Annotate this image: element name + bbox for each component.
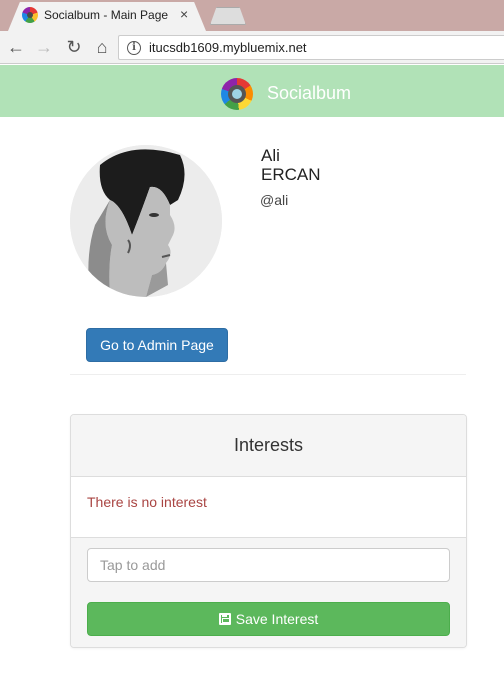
panel-title: Interests: [233, 435, 304, 455]
empty-interests-text: There is no interest: [87, 494, 207, 510]
url-text[interactable]: itucsdb1609.mybluemix.net: [149, 40, 307, 55]
save-interest-button[interactable]: Save Interest: [87, 602, 450, 636]
avatar: [70, 145, 222, 297]
site-navbar: Socialbum: [0, 65, 504, 117]
interest-input[interactable]: [87, 548, 450, 582]
save-interest-label: Save Interest: [235, 611, 319, 627]
back-arrow-icon[interactable]: ←: [5, 36, 27, 58]
profile-photo: [70, 145, 222, 297]
site-info-icon[interactable]: i: [127, 41, 141, 55]
new-tab-button[interactable]: [210, 7, 246, 25]
admin-page-button[interactable]: Go to Admin Page: [86, 328, 228, 362]
interests-panel: Interests There is no interest Save Inte…: [70, 414, 467, 648]
tab-title: Socialbum - Main Page: [44, 8, 169, 22]
user-last-name: ERCAN: [261, 165, 321, 184]
browser-toolbar: ← → ↻ ⌂ i itucsdb1609.mybluemix.net: [0, 31, 504, 64]
user-first-name: Ali: [261, 146, 280, 165]
reload-icon[interactable]: ↻: [63, 36, 85, 58]
socialbum-favicon-icon: [22, 7, 38, 23]
browser-tab-strip: Socialbum - Main Page ×: [0, 0, 504, 31]
close-tab-icon[interactable]: ×: [180, 6, 188, 22]
home-icon[interactable]: ⌂: [91, 36, 113, 58]
panel-heading: Interests: [71, 415, 466, 477]
address-bar[interactable]: i itucsdb1609.mybluemix.net: [118, 35, 504, 60]
panel-footer: Save Interest: [71, 537, 466, 647]
user-handle: @ali: [260, 192, 289, 208]
floppy-disk-icon: [218, 613, 231, 625]
divider: [70, 374, 466, 375]
brand-name[interactable]: Socialbum: [267, 83, 351, 104]
forward-arrow-icon[interactable]: →: [33, 36, 55, 58]
socialbum-logo-icon[interactable]: [221, 78, 253, 110]
